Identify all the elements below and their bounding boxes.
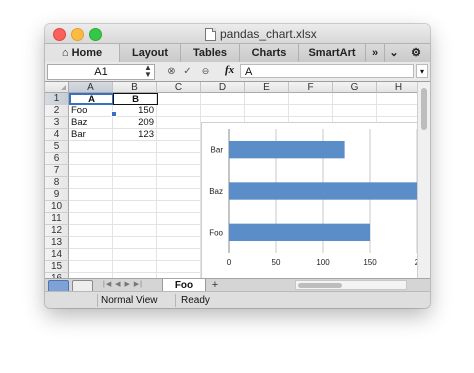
vertical-scrollbar[interactable] xyxy=(417,82,430,285)
cell-b3[interactable]: 209 xyxy=(113,117,157,129)
row-header[interactable]: 12 xyxy=(45,225,69,237)
tab-charts[interactable]: Charts xyxy=(240,44,299,62)
document-icon xyxy=(205,27,216,41)
add-sheet-icon[interactable]: + xyxy=(208,279,222,291)
row-header[interactable]: 10 xyxy=(45,201,69,213)
formula-input[interactable]: A xyxy=(240,64,414,78)
x-tick-label: 50 xyxy=(272,258,281,267)
fill-handle[interactable] xyxy=(111,111,117,117)
tab-tables[interactable]: Tables xyxy=(181,44,240,62)
minimize-window-button[interactable] xyxy=(71,28,84,41)
more-tabs-icon[interactable]: » xyxy=(366,44,385,62)
category-label: Bar xyxy=(211,146,224,155)
function-wizard-icon[interactable]: ⊖ xyxy=(199,65,212,78)
column-header-d[interactable]: D xyxy=(201,82,245,93)
bar-bar xyxy=(229,140,345,159)
horizontal-scrollbar[interactable] xyxy=(295,280,407,290)
row-header[interactable]: 5 xyxy=(45,141,69,153)
row-header[interactable]: 15 xyxy=(45,261,69,273)
row-header[interactable]: 13 xyxy=(45,237,69,249)
cell-b4[interactable]: 123 xyxy=(113,129,157,141)
row-header[interactable]: 6 xyxy=(45,153,69,165)
horizontal-scroll-thumb[interactable] xyxy=(298,283,342,288)
tab-home[interactable]: ⌂ Home xyxy=(45,44,120,62)
window-title: pandas_chart.xlsx xyxy=(205,27,317,41)
settings-gear-icon[interactable]: ⚙ xyxy=(405,44,427,62)
bar-chart[interactable]: 0501001502FooBazBar xyxy=(201,122,417,285)
row-header[interactable]: 7 xyxy=(45,165,69,177)
row-header[interactable]: 1 xyxy=(45,93,69,105)
close-window-button[interactable] xyxy=(53,28,66,41)
cell-a2[interactable]: Foo xyxy=(69,105,113,117)
column-header-a[interactable]: A xyxy=(69,82,113,93)
ribbon-tabs: ⌂ Home Layout Tables Charts SmartArt » ⌄… xyxy=(45,44,430,63)
cell-a4[interactable]: Bar xyxy=(69,129,113,141)
row-header[interactable]: 14 xyxy=(45,249,69,261)
select-all-corner[interactable] xyxy=(45,82,69,93)
tab-layout[interactable]: Layout xyxy=(120,44,181,62)
column-header-e[interactable]: E xyxy=(245,82,289,93)
name-box-stepper-icon[interactable]: ▲ ▼ xyxy=(143,64,153,79)
formula-expand-icon[interactable]: ▾ xyxy=(416,64,428,78)
cell-a1[interactable]: A xyxy=(69,93,114,105)
row-header[interactable]: 11 xyxy=(45,213,69,225)
zoom-window-button[interactable] xyxy=(89,28,102,41)
category-label: Foo xyxy=(209,228,223,237)
status-bar: Normal View Ready xyxy=(45,291,430,308)
row-header[interactable]: 2 xyxy=(45,105,69,117)
row-header[interactable]: 9 xyxy=(45,189,69,201)
column-header-g[interactable]: G xyxy=(333,82,377,93)
excel-window: pandas_chart.xlsx ⌂ Home Layout Tables C… xyxy=(45,24,430,308)
window-title-text: pandas_chart.xlsx xyxy=(220,27,317,41)
row-header[interactable]: 8 xyxy=(45,177,69,189)
tab-smartart[interactable]: SmartArt xyxy=(299,44,366,62)
worksheet-grid[interactable]: A B C D E F G H 1 2 3 4 5 6 7 8 9 10 11 … xyxy=(45,82,417,285)
home-icon: ⌂ xyxy=(61,47,69,59)
column-header-b[interactable]: B xyxy=(113,82,157,93)
confirm-icon[interactable]: ✓ xyxy=(181,65,194,78)
category-label: Baz xyxy=(209,187,223,196)
x-tick-label: 150 xyxy=(363,258,377,267)
cell-b2[interactable]: 150 xyxy=(113,105,157,117)
formula-bar: A1 ▲ ▼ ⊗ ✓ ⊖ fx A ▾ xyxy=(45,62,430,82)
title-bar: pandas_chart.xlsx xyxy=(45,24,430,44)
status-view-mode: Normal View xyxy=(101,295,158,306)
collapse-ribbon-icon[interactable]: ⌄ xyxy=(385,44,403,62)
status-ready: Ready xyxy=(181,295,210,306)
name-box[interactable]: A1 xyxy=(47,64,155,80)
fx-icon[interactable]: fx xyxy=(225,64,234,76)
bar-foo xyxy=(229,223,370,242)
vertical-scroll-thumb[interactable] xyxy=(421,88,427,130)
x-tick-label: 0 xyxy=(227,258,232,267)
x-tick-label: 100 xyxy=(316,258,330,267)
column-header-c[interactable]: C xyxy=(157,82,201,93)
cell-b1[interactable]: B xyxy=(113,93,158,105)
column-header-f[interactable]: F xyxy=(289,82,333,93)
status-divider xyxy=(175,294,176,307)
tab-home-label: Home xyxy=(71,47,103,59)
bar-baz xyxy=(229,182,417,200)
column-header-h[interactable]: H xyxy=(377,82,417,93)
cancel-icon[interactable]: ⊗ xyxy=(165,65,178,78)
cell-a3[interactable]: Baz xyxy=(69,117,113,129)
status-divider xyxy=(97,294,98,307)
row-header[interactable]: 3 xyxy=(45,117,69,129)
sheet-tab-bar: |◀ ◀ ▶ ▶| Foo + xyxy=(45,278,430,295)
sheet-nav-arrows[interactable]: |◀ ◀ ▶ ▶| xyxy=(103,280,153,290)
row-header[interactable]: 4 xyxy=(45,129,69,141)
bar-chart-svg: 0501001502FooBazBar xyxy=(209,129,417,267)
